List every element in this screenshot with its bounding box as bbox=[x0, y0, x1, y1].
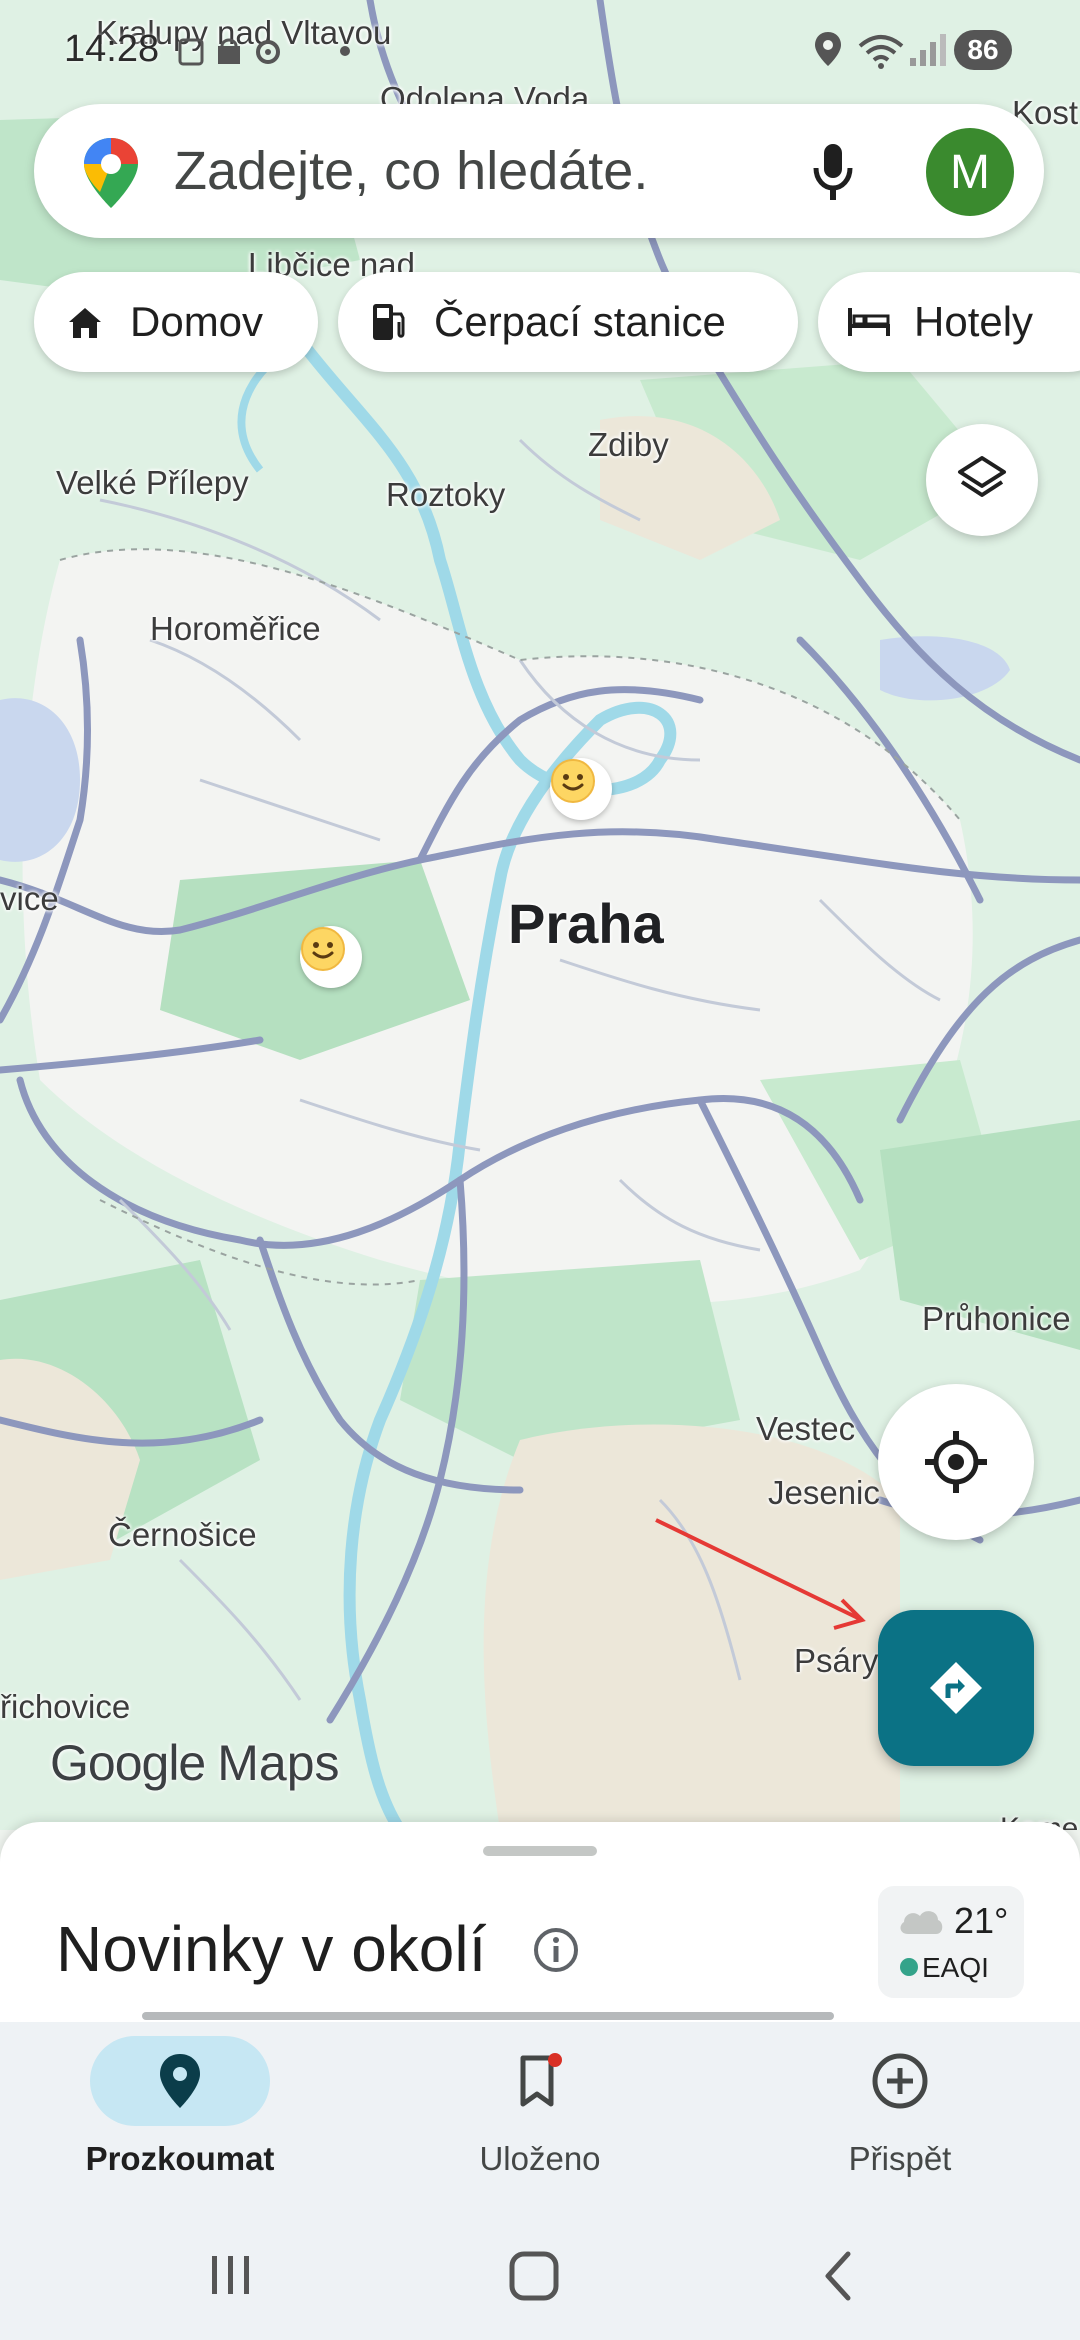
aqi-status-dot bbox=[900, 1958, 918, 1976]
avatar-initial: M bbox=[950, 145, 990, 199]
bottom-navigation: Prozkoumat Uloženo Přispět bbox=[0, 2022, 1080, 2212]
nav-contribute-label: Přispět bbox=[848, 2140, 952, 2177]
smiley-icon bbox=[301, 927, 345, 971]
map-label-roztoky: Roztoky bbox=[386, 476, 506, 513]
search-input[interactable]: Zadejte, co hledáte. bbox=[174, 140, 648, 202]
nav-saved[interactable]: Uloženo bbox=[390, 2022, 690, 2212]
notification-dot bbox=[548, 2053, 562, 2067]
status-notification-icons bbox=[178, 38, 280, 66]
add-circle-icon bbox=[872, 2053, 928, 2109]
cloud-icon bbox=[900, 1911, 943, 1934]
map-label-cernosice: Černošice bbox=[108, 1516, 257, 1553]
weather-temperature: 21° bbox=[954, 1900, 1009, 1941]
chip-hotels[interactable]: Hotely bbox=[818, 272, 1080, 372]
map-label-psary: Psáry bbox=[794, 1642, 879, 1679]
google-maps-logo: Google Maps bbox=[50, 1734, 340, 1792]
map-label-zdiby: Zdiby bbox=[588, 426, 669, 463]
chip-hotels-label: Hotely bbox=[914, 298, 1034, 345]
maps-logo-text: Maps bbox=[217, 1735, 340, 1791]
sheet-drag-handle[interactable] bbox=[483, 1846, 597, 1856]
layers-icon bbox=[958, 456, 1006, 497]
info-icon[interactable] bbox=[532, 1926, 580, 1974]
bookmark-icon bbox=[520, 2053, 562, 2107]
map-label-praha[interactable]: Praha bbox=[508, 896, 664, 952]
map-label-vestec: Vestec bbox=[756, 1410, 856, 1447]
bottom-sheet[interactable]: Novinky v okolí 21° EAQI bbox=[0, 1822, 1080, 2022]
wifi-icon bbox=[858, 35, 904, 69]
signal-icon bbox=[910, 34, 946, 66]
map-label-richovice: řichovice bbox=[0, 1688, 131, 1725]
map-label-jesenice: Jesenic bbox=[768, 1474, 880, 1511]
my-location-button[interactable] bbox=[878, 1384, 1034, 1540]
chip-gas-station[interactable]: Čerpací stanice bbox=[338, 272, 798, 372]
nav-contribute[interactable]: Přispět bbox=[750, 2022, 1050, 2212]
chip-home[interactable]: Domov bbox=[34, 272, 318, 372]
status-bar: 14:28 86 bbox=[0, 0, 1080, 100]
nav-contribute-pill bbox=[810, 2036, 990, 2126]
chip-gas-station-label: Čerpací stanice bbox=[434, 298, 726, 345]
home-nav-icon[interactable] bbox=[508, 2250, 562, 2302]
microphone-icon[interactable] bbox=[810, 142, 856, 204]
back-icon[interactable] bbox=[818, 2250, 858, 2302]
map-label-pruhonice: Průhonice bbox=[922, 1300, 1071, 1337]
directions-button[interactable] bbox=[878, 1610, 1034, 1766]
weather-card[interactable]: 21° EAQI bbox=[878, 1886, 1024, 1998]
nav-explore-label: Prozkoumat bbox=[85, 2140, 275, 2177]
battery-indicator: 86 bbox=[954, 30, 1012, 70]
account-avatar[interactable]: M bbox=[926, 128, 1014, 216]
directions-icon bbox=[930, 1662, 982, 1714]
nav-saved-label: Uloženo bbox=[479, 2140, 601, 2177]
recent-apps-icon[interactable] bbox=[206, 2252, 256, 2298]
google-logo-text: Google bbox=[50, 1735, 206, 1791]
map-label-velke-prilepy: Velké Přílepy bbox=[56, 464, 249, 501]
map-smiley-marker[interactable] bbox=[550, 758, 612, 820]
smiley-icon bbox=[551, 759, 595, 803]
crosshair-icon bbox=[925, 1431, 987, 1493]
location-pin-icon bbox=[160, 2054, 200, 2108]
location-status-icon bbox=[815, 32, 841, 66]
weather-aqi-label: EAQI bbox=[922, 1952, 989, 1983]
system-navigation-bar bbox=[0, 2212, 1080, 2340]
gas-station-icon bbox=[364, 297, 414, 347]
map-smiley-marker[interactable] bbox=[300, 926, 362, 988]
layers-button[interactable] bbox=[926, 424, 1038, 536]
home-icon bbox=[60, 297, 110, 347]
chip-home-label: Domov bbox=[130, 298, 264, 345]
status-dot bbox=[340, 46, 350, 56]
map-label-horomerice: Horoměřice bbox=[150, 610, 321, 647]
battery-level: 86 bbox=[967, 34, 999, 65]
google-maps-pin-icon bbox=[84, 138, 138, 208]
sheet-scroll-indicator bbox=[142, 2012, 834, 2020]
map-label-vice: vice bbox=[0, 880, 59, 917]
nav-explore-pill bbox=[90, 2036, 270, 2126]
nav-saved-pill bbox=[450, 2036, 630, 2126]
status-time: 14:28 bbox=[64, 28, 160, 70]
sheet-title: Novinky v okolí bbox=[56, 1913, 487, 1985]
search-bar[interactable]: Zadejte, co hledáte. M bbox=[34, 104, 1044, 238]
bed-icon bbox=[844, 297, 894, 347]
nav-explore[interactable]: Prozkoumat bbox=[30, 2022, 330, 2212]
